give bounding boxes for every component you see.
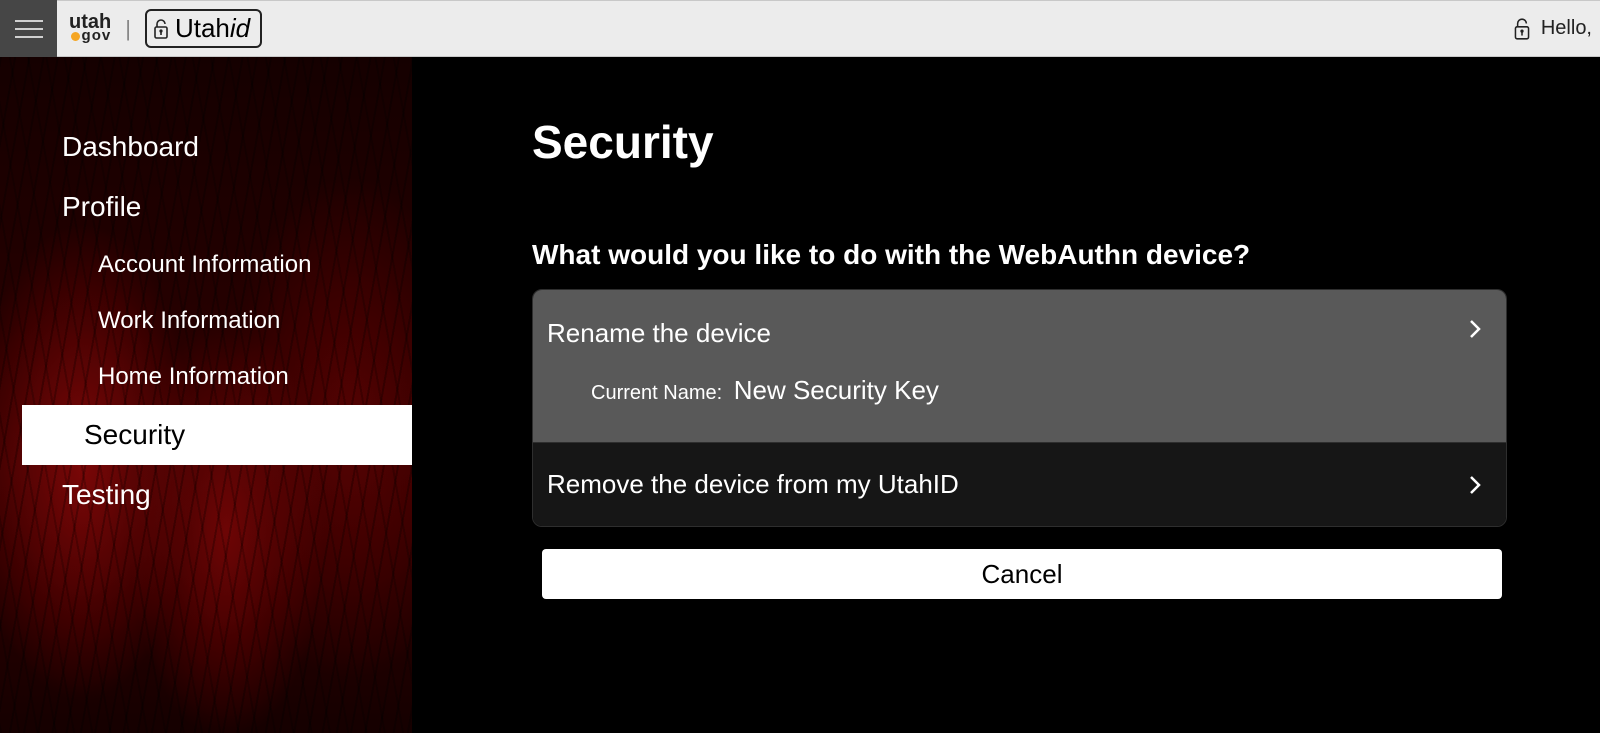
hamburger-icon <box>15 19 43 39</box>
lock-icon <box>1513 17 1531 41</box>
webauthn-options: Rename the device Current Name: New Secu… <box>532 289 1507 527</box>
sidebar-item-work-information[interactable]: Work Information <box>0 293 412 349</box>
sidebar-item-label: Work Information <box>98 307 280 334</box>
brand-divider: | <box>125 16 131 42</box>
option-remove-device[interactable]: Remove the device from my UtahID <box>533 442 1506 526</box>
brand-gov-text: gov <box>82 27 112 44</box>
option-rename-device[interactable]: Rename the device Current Name: New Secu… <box>533 290 1506 442</box>
sidebar-item-label: Profile <box>62 191 141 222</box>
top-right: Hello, <box>1513 17 1600 41</box>
option-remove-title: Remove the device from my UtahID <box>547 469 1468 500</box>
current-name-row: Current Name: New Security Key <box>591 375 1468 406</box>
sidebar: Dashboard Profile Account Information Wo… <box>0 57 412 733</box>
webauthn-question: What would you like to do with the WebAu… <box>532 239 1570 271</box>
current-name-label: Current Name: <box>591 382 722 404</box>
utah-gov-logo[interactable]: utah gov <box>69 15 111 41</box>
chevron-right-icon <box>1468 318 1482 340</box>
sidebar-item-label: Dashboard <box>62 131 199 162</box>
chevron-right-icon <box>1468 474 1482 496</box>
lock-icon <box>153 18 169 40</box>
sidebar-item-label: Home Information <box>98 363 289 390</box>
hello-greeting[interactable]: Hello, <box>1541 17 1592 40</box>
brand-dot-icon <box>71 32 80 41</box>
sidebar-item-account-information[interactable]: Account Information <box>0 237 412 293</box>
cancel-button[interactable]: Cancel <box>542 549 1502 599</box>
sidebar-item-label: Account Information <box>98 251 311 278</box>
sidebar-item-profile[interactable]: Profile <box>0 177 412 237</box>
option-rename-title: Rename the device <box>547 318 1468 349</box>
sidebar-item-label: Security <box>84 419 185 450</box>
main-content: Security What would you like to do with … <box>412 57 1600 733</box>
sidebar-item-label: Testing <box>62 479 151 510</box>
current-name-value: New Security Key <box>734 375 939 405</box>
sidebar-item-testing[interactable]: Testing <box>0 465 412 525</box>
sidebar-item-dashboard[interactable]: Dashboard <box>0 117 412 177</box>
menu-button[interactable] <box>0 0 57 57</box>
top-bar: utah gov | Utahid <box>0 0 1600 57</box>
brand-block: utah gov | Utahid <box>57 9 262 48</box>
page-title: Security <box>532 115 1570 169</box>
utahid-logo[interactable]: Utahid <box>145 9 262 48</box>
sidebar.item-home-information[interactable]: Home Information <box>0 349 412 405</box>
sidebar-nav: Dashboard Profile Account Information Wo… <box>0 57 412 525</box>
utahid-text: Utahid <box>175 13 250 44</box>
sidebar-item-security[interactable]: Security <box>22 405 412 465</box>
